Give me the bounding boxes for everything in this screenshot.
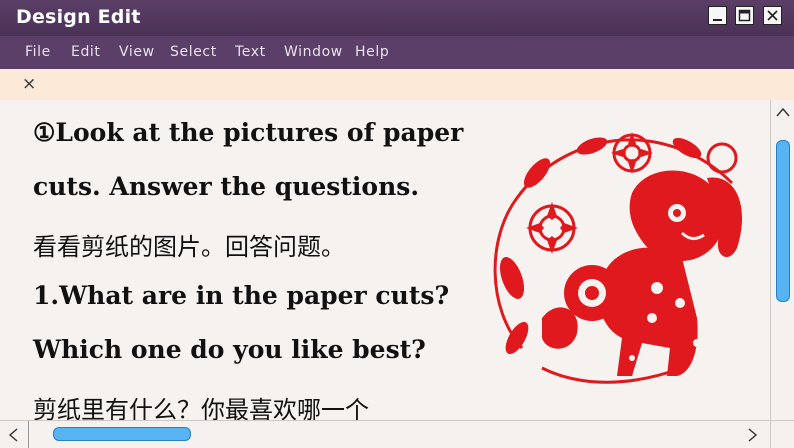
menu-window[interactable]: Window bbox=[284, 44, 343, 60]
horizontal-scrollbar[interactable] bbox=[0, 420, 794, 448]
menu-bar: File Edit View Select Text Window Help bbox=[0, 36, 794, 69]
menu-edit[interactable]: Edit bbox=[71, 44, 101, 60]
scroll-right-icon[interactable] bbox=[746, 427, 760, 443]
maximize-button[interactable] bbox=[735, 6, 754, 25]
tab-close-icon[interactable]: × bbox=[22, 74, 36, 94]
text-line-2: cuts. Answer the questions. bbox=[33, 172, 420, 201]
maximize-icon bbox=[738, 9, 751, 22]
vertical-scrollbar[interactable] bbox=[770, 100, 794, 420]
minimize-button[interactable] bbox=[708, 6, 727, 25]
text-line-4: 1.What are in the paper cuts? bbox=[33, 281, 450, 310]
window-title: Design Edit bbox=[16, 6, 141, 28]
text-line-6: 剪纸里有什么？你最喜欢哪一个 bbox=[33, 396, 369, 420]
title-bar: Design Edit bbox=[0, 0, 794, 36]
text-line-3: 看看剪纸的图片。回答问题。 bbox=[33, 233, 345, 261]
menu-select[interactable]: Select bbox=[170, 44, 217, 60]
vertical-scroll-thumb[interactable] bbox=[776, 140, 790, 302]
menu-help[interactable]: Help bbox=[355, 44, 389, 60]
tab-bar: × bbox=[0, 69, 794, 101]
menu-view[interactable]: View bbox=[119, 44, 155, 60]
minimize-icon bbox=[713, 19, 722, 21]
scroll-corner bbox=[770, 421, 794, 448]
text-line-5: Which one do you like best? bbox=[33, 335, 426, 364]
menu-file[interactable]: File bbox=[25, 44, 51, 60]
paper-cut-dog-image bbox=[493, 132, 743, 384]
horizontal-scroll-thumb[interactable] bbox=[53, 427, 191, 441]
document-area[interactable]: ①Look at the pictures of paper cuts. Ans… bbox=[0, 100, 770, 420]
text-line-1: ①Look at the pictures of paper bbox=[33, 118, 464, 147]
close-button[interactable] bbox=[763, 6, 782, 25]
scroll-divider bbox=[28, 421, 29, 448]
menu-text[interactable]: Text bbox=[235, 44, 266, 60]
scroll-up-icon[interactable] bbox=[775, 106, 791, 118]
close-icon bbox=[767, 10, 778, 21]
scroll-left-icon[interactable] bbox=[6, 427, 20, 443]
